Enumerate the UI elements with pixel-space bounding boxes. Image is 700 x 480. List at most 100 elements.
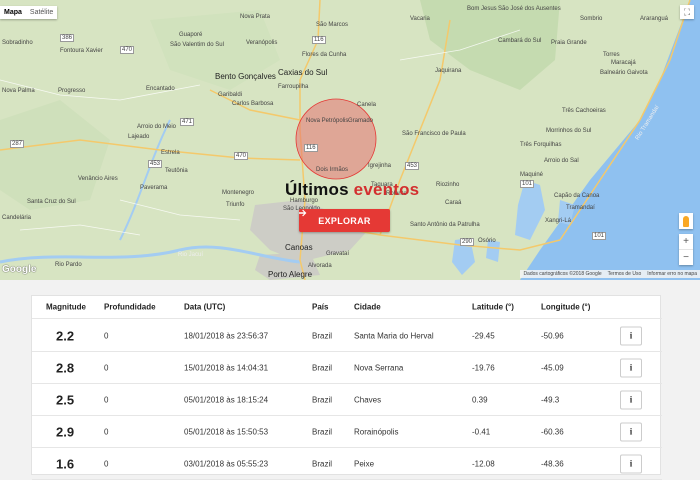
- page-title: Últimos eventos: [285, 180, 419, 200]
- header-latitude[interactable]: Latitude (°): [472, 303, 514, 312]
- city-label: Capão da Canoa: [554, 193, 600, 199]
- cell-date: 05/01/2018 às 15:50:53: [184, 427, 269, 436]
- cell-date: 15/01/2018 às 14:04:31: [184, 363, 269, 372]
- header-depth[interactable]: Profundidade: [104, 303, 156, 312]
- info-button[interactable]: i: [620, 422, 642, 441]
- city-label: Igrejinha: [368, 163, 392, 169]
- city-label: Carlos Barbosa: [232, 101, 274, 107]
- cell-latitude: -29.45: [472, 331, 495, 340]
- city-label: São Valentim do Sul: [170, 42, 224, 48]
- header-date[interactable]: Data (UTC): [184, 303, 225, 312]
- table-row[interactable]: 2.9 0 05/01/2018 às 15:50:53 Brazil Rora…: [32, 416, 662, 448]
- table-header: Magnitude Profundidade Data (UTC) País C…: [32, 296, 662, 319]
- city-label: Canela: [357, 102, 377, 108]
- info-button[interactable]: i: [620, 454, 642, 473]
- city-label: Gramado: [348, 118, 374, 124]
- fullscreen-button[interactable]: ⛶: [680, 5, 694, 19]
- city-label: Balneário Gaivota: [600, 70, 648, 76]
- header-longitude[interactable]: Longitude (°): [541, 303, 590, 312]
- cell-city: Rorainópolis: [354, 427, 399, 436]
- cell-country: Brazil: [312, 395, 333, 404]
- map-view[interactable]: Caxias do Sul Bento Gonçalves Farroupilh…: [0, 0, 700, 280]
- cell-depth: 0: [104, 427, 109, 436]
- cell-magnitude: 2.8: [56, 360, 75, 375]
- city-label: Xangri-Lá: [545, 218, 572, 224]
- city-label: São Marcos: [316, 22, 349, 28]
- city-label: Venâncio Aires: [78, 176, 118, 182]
- cell-date: 05/01/2018 às 18:15:24: [184, 395, 269, 404]
- events-table: Magnitude Profundidade Data (UTC) País C…: [31, 295, 662, 480]
- cell-city: Chaves: [354, 395, 382, 404]
- road-shield: 470: [120, 46, 135, 54]
- city-label: São Francisco de Paula: [402, 131, 466, 137]
- road-shield: 101: [592, 232, 607, 240]
- city-label: Osório: [478, 238, 496, 244]
- street-view-button[interactable]: [679, 213, 693, 229]
- cell-city: Santa Maria do Herval: [354, 331, 434, 340]
- terms-link[interactable]: Termos de Uso: [608, 271, 642, 277]
- cell-city: Nova Serrana: [354, 363, 404, 372]
- map-type-tab-map[interactable]: Mapa: [0, 6, 26, 19]
- cell-longitude: -48.36: [541, 459, 564, 468]
- city-label: Jaquirana: [435, 68, 462, 74]
- info-icon: i: [629, 330, 633, 341]
- info-button[interactable]: i: [620, 390, 642, 409]
- city-label: Farroupilha: [278, 84, 309, 90]
- header-city[interactable]: Cidade: [354, 303, 381, 312]
- city-label: Três Forquilhas: [520, 142, 562, 148]
- road-shield: 116: [312, 36, 326, 44]
- table-row[interactable]: 2.5 0 05/01/2018 às 18:15:24 Brazil Chav…: [32, 384, 662, 416]
- map-data-credit: Dados cartográficos ©2018 Google: [523, 271, 602, 277]
- city-label: Fontoura Xavier: [60, 48, 103, 54]
- city-label: Arroio do Meio: [137, 124, 177, 130]
- cell-depth: 0: [104, 395, 109, 404]
- city-label: Santa Cruz do Sul: [27, 199, 76, 205]
- city-label: Candelária: [2, 215, 32, 221]
- city-label: Santo Antônio da Patrulha: [410, 222, 480, 228]
- cell-longitude: -45.09: [541, 363, 564, 372]
- cell-country: Brazil: [312, 363, 333, 372]
- city-label: Progresso: [58, 88, 86, 94]
- city-label: Garibaldi: [218, 92, 243, 98]
- table-row[interactable]: 2.2 0 18/01/2018 às 23:56:37 Brazil Sant…: [32, 320, 662, 352]
- fullscreen-icon: ⛶: [683, 6, 691, 17]
- city-label: Triunfo: [226, 202, 245, 208]
- city-label: Veranópolis: [246, 40, 278, 46]
- city-label: Gravataí: [326, 251, 350, 257]
- cell-country: Brazil: [312, 427, 333, 436]
- city-label: Alvorada: [308, 263, 332, 269]
- title-part-2: eventos: [353, 180, 420, 199]
- explore-button[interactable]: EXPLORAR: [299, 209, 390, 232]
- info-button[interactable]: i: [620, 326, 642, 345]
- info-button[interactable]: i: [620, 358, 642, 377]
- table-row[interactable]: 2.8 0 15/01/2018 às 14:04:31 Brazil Nova…: [32, 352, 662, 384]
- city-label: Paverama: [140, 185, 168, 191]
- road-shield: 287: [10, 140, 25, 148]
- road-shield: 101: [520, 180, 535, 188]
- map-type-control: Mapa Satélite: [0, 6, 58, 19]
- cell-date: 03/01/2018 às 05:55:23: [184, 459, 269, 468]
- report-error-link[interactable]: Informar erro no mapa: [647, 271, 697, 277]
- header-magnitude[interactable]: Magnitude: [46, 303, 86, 312]
- road-shield: 453: [148, 160, 163, 168]
- city-label: Sombrio: [580, 16, 603, 22]
- table-row[interactable]: 1.6 0 03/01/2018 às 05:55:23 Brazil Peix…: [32, 448, 662, 480]
- city-label: Três Cachoeiras: [562, 108, 606, 114]
- city-label: Sobradinho: [2, 40, 33, 46]
- zoom-out-button[interactable]: −: [679, 249, 693, 265]
- cell-longitude: -60.36: [541, 427, 564, 436]
- city-label: Araranguá: [640, 16, 669, 22]
- info-icon: i: [629, 426, 633, 437]
- city-label: Dois Irmãos: [316, 167, 349, 173]
- arrow-right-icon: [299, 209, 307, 217]
- zoom-in-button[interactable]: +: [679, 234, 693, 249]
- road-shield: 386: [60, 34, 75, 42]
- map-type-tab-satellite[interactable]: Satélite: [26, 6, 57, 19]
- city-label: Maquiné: [520, 172, 544, 178]
- cell-depth: 0: [104, 459, 109, 468]
- road-shield: 470: [234, 152, 249, 160]
- city-label: Flores da Cunha: [302, 52, 347, 58]
- cell-latitude: -12.08: [472, 459, 495, 468]
- header-country[interactable]: País: [312, 303, 328, 312]
- city-label: Nova Palma: [2, 88, 35, 94]
